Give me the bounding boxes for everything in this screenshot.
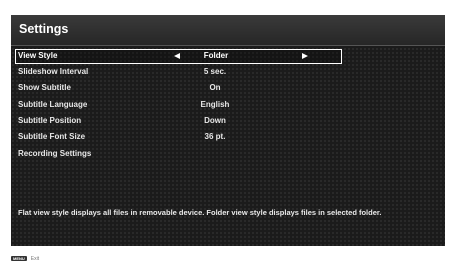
- exit-label: Exit: [30, 255, 40, 262]
- footer-bar: MENU Exit: [11, 255, 39, 262]
- right-arrow-icon[interactable]: [302, 53, 308, 59]
- setting-row-subtitle-font-size[interactable]: Subtitle Font Size 36 pt.: [15, 130, 342, 145]
- setting-label: Subtitle Font Size: [18, 132, 86, 141]
- setting-row-subtitle-language[interactable]: Subtitle Language English: [15, 98, 342, 113]
- setting-label: Show Subtitle: [18, 83, 71, 92]
- info-text: Flat view style displays all files in re…: [18, 208, 382, 217]
- settings-screen: Settings View Style Folder Slideshow Int…: [11, 15, 445, 246]
- page-title: Settings: [19, 22, 69, 36]
- setting-value: English: [200, 100, 230, 109]
- setting-value: Down: [204, 116, 226, 125]
- setting-label: View Style: [18, 51, 58, 60]
- setting-row-slideshow-interval[interactable]: Slideshow Interval 5 sec.: [15, 65, 342, 80]
- setting-value: 36 pt.: [204, 132, 226, 141]
- setting-value: On: [209, 83, 221, 92]
- menu-key-icon[interactable]: MENU: [11, 256, 27, 261]
- setting-row-recording-settings[interactable]: Recording Settings: [15, 147, 342, 162]
- setting-value: 5 sec.: [203, 67, 227, 76]
- setting-row-show-subtitle[interactable]: Show Subtitle On: [15, 81, 342, 96]
- setting-label: Subtitle Position: [18, 116, 82, 125]
- setting-row-view-style[interactable]: View Style Folder: [15, 49, 342, 64]
- title-bar: Settings: [11, 15, 445, 46]
- setting-label: Recording Settings: [18, 149, 92, 158]
- left-arrow-icon[interactable]: [174, 53, 180, 59]
- setting-row-subtitle-position[interactable]: Subtitle Position Down: [15, 114, 342, 129]
- setting-label: Subtitle Language: [18, 100, 88, 109]
- setting-label: Slideshow Interval: [18, 67, 89, 76]
- setting-value: Folder: [203, 51, 229, 60]
